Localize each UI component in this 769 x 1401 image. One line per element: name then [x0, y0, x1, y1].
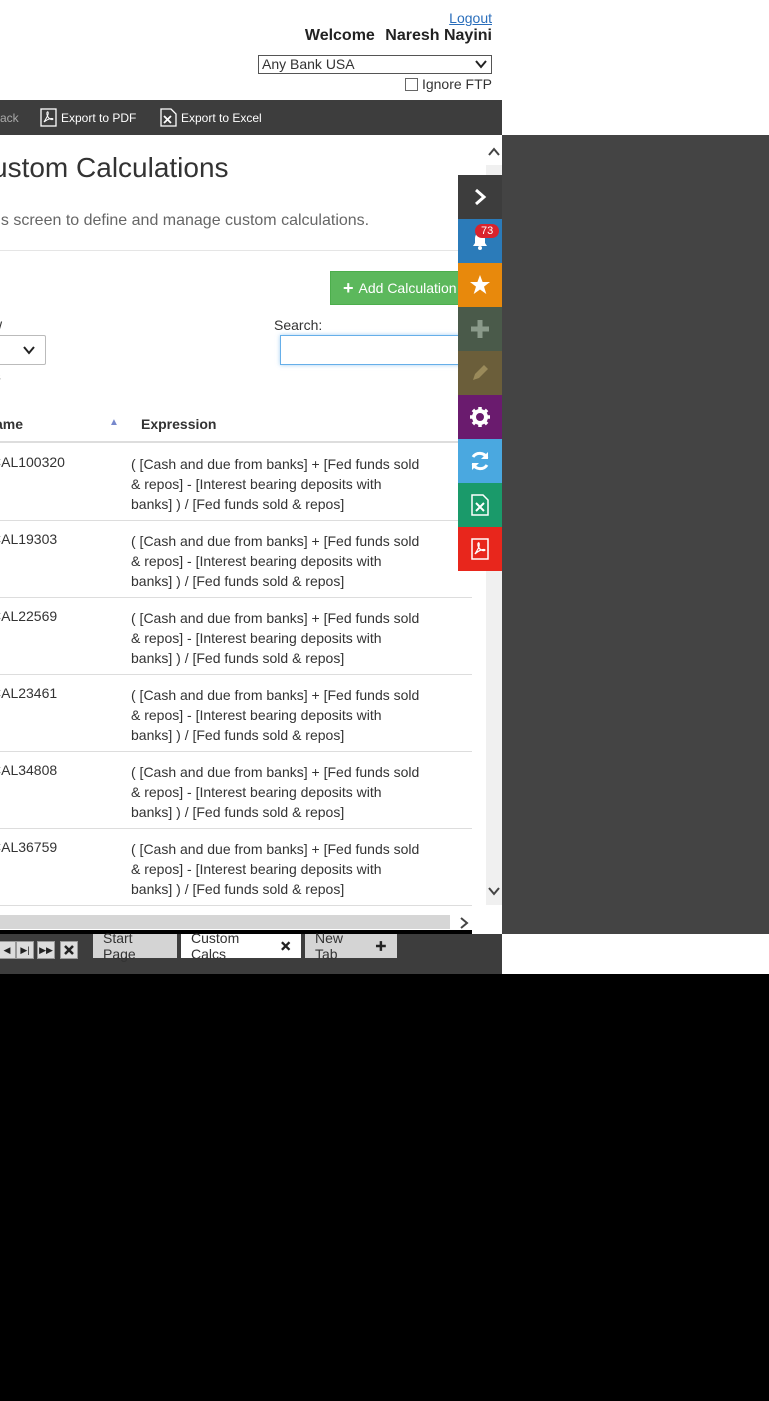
chevron-down-icon — [475, 60, 487, 69]
close-icon[interactable] — [280, 940, 291, 952]
excel-icon — [471, 494, 489, 516]
scrollbar-thumb[interactable] — [0, 915, 450, 929]
row-expression: ( [Cash and due from banks] + [Fed funds… — [131, 764, 420, 820]
side-panel: 73 — [458, 175, 502, 571]
tab-label: New Tab — [315, 930, 344, 962]
table-row[interactable]: CAL100320 ( [Cash and due from banks] + … — [0, 443, 472, 521]
refresh-icon — [471, 451, 489, 471]
table-row[interactable]: CAL22569 ( [Cash and due from banks] + [… — [0, 597, 472, 675]
excel-icon — [160, 108, 177, 127]
row-name: CAL100320 — [0, 454, 65, 470]
horizontal-scrollbar[interactable] — [0, 914, 472, 930]
ignore-ftp-checkbox[interactable] — [404, 77, 418, 91]
plus-icon — [471, 320, 489, 338]
welcome-text: Welcome Naresh Nayini — [299, 27, 492, 45]
toolbar: ack Export to PDF Export to Excel — [0, 100, 502, 135]
user-name: Naresh Nayini — [385, 27, 492, 44]
refresh-button[interactable] — [458, 439, 502, 483]
export-pdf-button[interactable]: Export to PDF — [40, 100, 136, 135]
next-tab-icon[interactable]: ▶| — [16, 941, 34, 959]
pdf-icon — [471, 538, 489, 560]
divider — [0, 250, 470, 251]
close-all-tabs-icon[interactable] — [60, 941, 78, 959]
tab-new-tab[interactable]: New Tab — [305, 930, 397, 962]
scroll-down-icon[interactable] — [488, 886, 500, 896]
plus-icon — [376, 941, 387, 951]
logout-link[interactable]: Logout — [449, 10, 492, 26]
add-calculation-label: Add Calculation — [358, 280, 457, 296]
favorites-button[interactable] — [458, 263, 502, 307]
search-input[interactable] — [280, 335, 480, 365]
export-pdf-side-button[interactable] — [458, 527, 502, 571]
pencil-icon — [473, 365, 488, 380]
scroll-corner — [460, 914, 502, 934]
row-name: CAL36759 — [0, 839, 58, 855]
column-header-name[interactable]: ame — [0, 416, 23, 432]
chevron-down-icon — [23, 346, 35, 355]
notifications-button[interactable]: 73 — [458, 219, 502, 263]
edit-button[interactable] — [458, 351, 502, 395]
tab-start-page[interactable]: Start Page — [93, 930, 177, 962]
tab-custom-calcs[interactable]: Custom Calcs — [181, 930, 301, 962]
sort-ascending-icon[interactable]: ▲ — [109, 417, 119, 428]
back-button[interactable]: ack — [0, 100, 19, 135]
row-expression: ( [Cash and due from banks] + [Fed funds… — [131, 533, 420, 589]
add-calculation-button[interactable]: + Add Calculation — [330, 271, 470, 305]
table-row[interactable]: CAL23461 ( [Cash and due from banks] + [… — [0, 674, 472, 752]
main-content: ustom Calculations this screen to define… — [0, 135, 486, 914]
column-header-expression[interactable]: Expression — [141, 416, 216, 432]
row-expression: ( [Cash and due from banks] + [Fed funds… — [131, 841, 420, 897]
tab-bar: ◀ ▶| ▶▶ Start Page Custom Calcs New Tab — [0, 930, 502, 974]
row-expression: ( [Cash and due from banks] + [Fed funds… — [131, 610, 420, 666]
star-icon — [470, 275, 490, 294]
search-label: Search: — [274, 317, 323, 333]
ignore-ftp-label: Ignore FTP — [421, 76, 492, 92]
scroll-up-icon[interactable] — [488, 147, 500, 157]
chevron-right-icon — [475, 188, 487, 206]
show-entries-label: w — [0, 316, 2, 332]
tab-label: Start Page — [103, 930, 136, 962]
export-pdf-label: Export to PDF — [61, 110, 137, 125]
last-tab-icon[interactable]: ▶▶ — [37, 941, 55, 959]
ignore-ftp-option[interactable]: Ignore FTP — [404, 76, 492, 92]
table-row[interactable]: CAL36759 ( [Cash and due from banks] + [… — [0, 828, 472, 906]
bank-select[interactable]: Any Bank USA — [258, 55, 492, 74]
entries-label: es — [0, 368, 1, 384]
welcome-label: Welcome — [304, 27, 375, 44]
row-name: CAL19303 — [0, 531, 58, 547]
add-button[interactable] — [458, 307, 502, 351]
first-tab-icon[interactable]: ◀ — [0, 941, 16, 959]
collapse-panel-button[interactable] — [458, 175, 502, 219]
row-name: CAL34808 — [0, 762, 58, 778]
show-entries-select[interactable] — [0, 335, 46, 365]
notification-badge: 73 — [475, 224, 500, 238]
settings-button[interactable] — [458, 395, 502, 439]
gear-icon — [470, 407, 490, 427]
scroll-right-icon[interactable] — [459, 917, 469, 929]
page-description: this screen to define and manage custom … — [0, 212, 370, 229]
export-excel-side-button[interactable] — [458, 483, 502, 527]
export-excel-label: Export to Excel — [181, 110, 262, 125]
row-name: CAL22569 — [0, 608, 58, 624]
table-row[interactable]: CAL34808 ( [Cash and due from banks] + [… — [0, 751, 472, 829]
export-excel-button[interactable]: Export to Excel — [160, 100, 262, 135]
row-name: CAL23461 — [0, 685, 58, 701]
row-expression: ( [Cash and due from banks] + [Fed funds… — [131, 456, 420, 512]
bank-select-value: Any Bank USA — [262, 56, 355, 72]
white-strip — [502, 934, 769, 974]
back-label: ack — [0, 110, 19, 125]
plus-icon: + — [343, 277, 354, 298]
tab-label: Custom Calcs — [191, 930, 240, 962]
background-panel — [502, 135, 769, 934]
page-title: ustom Calculations — [0, 152, 229, 183]
row-expression: ( [Cash and due from banks] + [Fed funds… — [131, 687, 420, 743]
pdf-icon — [40, 108, 57, 127]
table-row[interactable]: CAL19303 ( [Cash and due from banks] + [… — [0, 520, 472, 598]
